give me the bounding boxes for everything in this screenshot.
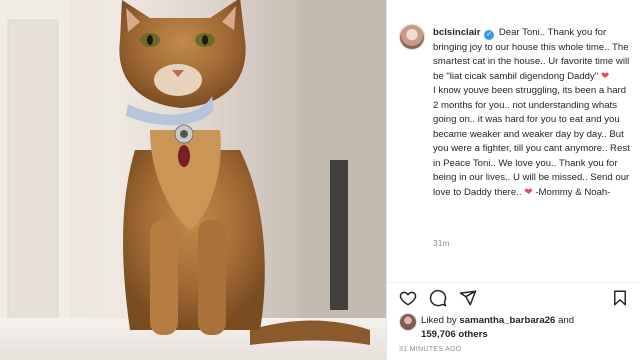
caption-line-5: I know youve been struggling, its been — [433, 85, 597, 96]
post-caption: bclsinclair ✓ Dear Toni.. Thank you for … — [433, 26, 633, 200]
likes-summary: Liked by samantha_barbara26 and 159,706 … — [421, 314, 640, 342]
share-icon[interactable] — [459, 289, 477, 307]
post-timestamp[interactable]: 31 MINUTES AGO — [399, 346, 462, 353]
red-heart-icon-2: ❤ — [524, 186, 533, 198]
action-bar — [387, 282, 640, 311]
liker-avatar[interactable] — [399, 313, 417, 331]
liked-by-and: and — [558, 315, 575, 326]
bookmark-icon[interactable] — [611, 289, 629, 307]
post-side-panel: bclsinclair ✓ Dear Toni.. Thank you for … — [386, 0, 640, 360]
author-username[interactable]: bclsinclair — [433, 27, 480, 38]
caption-line-1: bringing joy to our house this whole — [433, 41, 584, 53]
caption-line-4: sambil digendong Daddy" — [489, 70, 599, 82]
caption-line-15: -Mommy & Noah- — [535, 186, 611, 198]
likes-count-link[interactable]: 159,706 others — [421, 329, 488, 340]
verified-badge-icon: ✓ — [484, 30, 495, 40]
cat-illustration — [0, 0, 386, 360]
caption-line-0: Dear Toni.. Thank you for — [498, 27, 607, 38]
liked-by-prefix: Liked by — [421, 315, 457, 326]
comment-icon[interactable] — [429, 289, 447, 307]
caption-line-14: Daddy there.. — [463, 186, 522, 198]
liked-by-user-link[interactable]: samantha_barbara26 — [459, 315, 555, 326]
caption-line-9: weaker and weaker day by day.. But — [469, 128, 624, 140]
post-photo[interactable] — [0, 0, 386, 360]
caption-time-ago: 31m — [433, 238, 450, 248]
author-avatar[interactable] — [399, 24, 425, 50]
caption-line-10: you were a fighter, till you cant — [433, 143, 563, 154]
heart-outline-icon[interactable] — [399, 289, 417, 307]
red-heart-icon: ❤ — [600, 70, 610, 82]
caption-area: bclsinclair ✓ Dear Toni.. Thank you for … — [387, 0, 640, 282]
